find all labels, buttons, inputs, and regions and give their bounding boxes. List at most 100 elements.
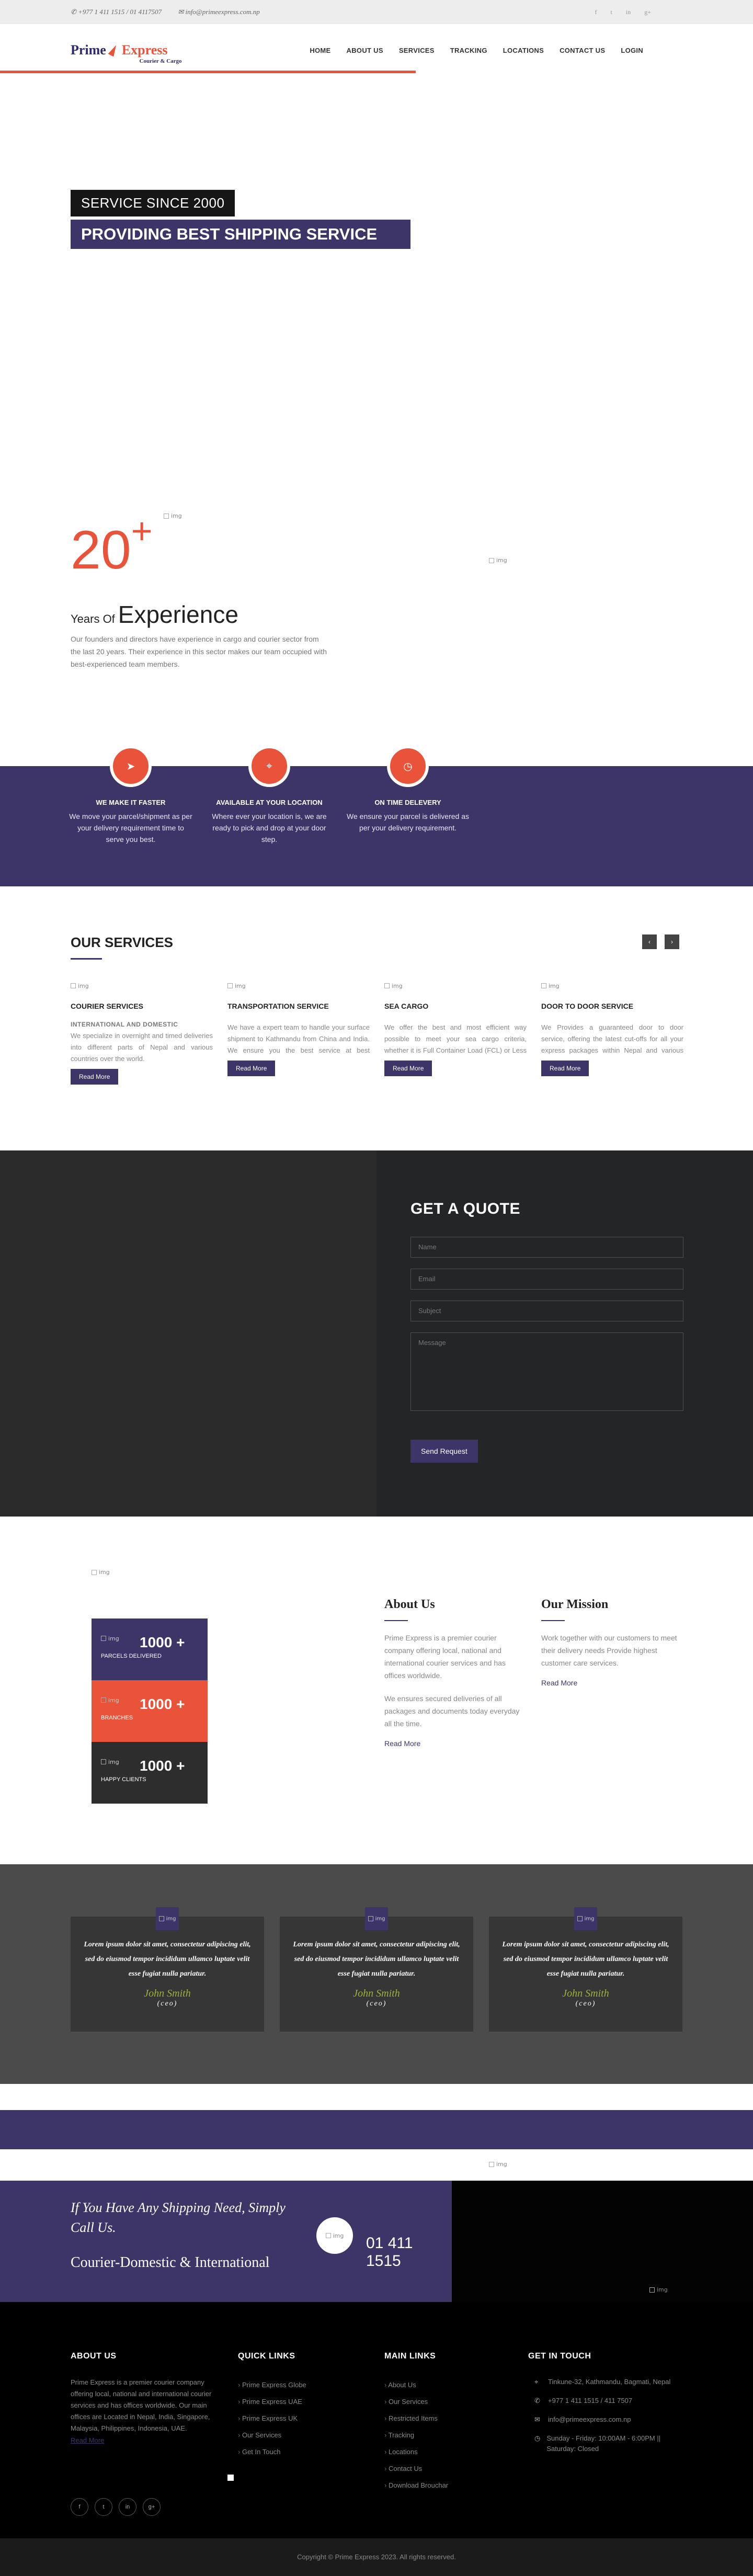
service-image: img xyxy=(71,983,89,989)
mission-read-more-link[interactable]: Read More xyxy=(541,1679,677,1687)
copyright-text: Copyright © Prime Express 2023. All righ… xyxy=(297,2553,456,2561)
hero-image: img xyxy=(164,512,182,519)
clients-icon: img xyxy=(101,1759,119,1765)
nav-tracking[interactable]: TRACKING xyxy=(442,47,495,54)
topbar-phone[interactable]: ✆ +977 1 411 1515 / 01 4117507 xyxy=(71,8,169,16)
mission-heading: Our Mission xyxy=(541,1598,677,1621)
logo-express: Express xyxy=(121,42,168,58)
experience-text: Our founders and directors have experien… xyxy=(71,635,327,668)
broken-image-icon xyxy=(227,983,233,988)
footer-link[interactable]: Tracking xyxy=(384,2427,448,2444)
email-input[interactable]: Email xyxy=(410,1269,683,1290)
twitter-icon[interactable]: t xyxy=(611,8,612,16)
footer-link[interactable]: Restricted Items xyxy=(384,2410,448,2427)
about-us-heading: About Us xyxy=(384,1598,520,1621)
service-card: img COURIER SERVICES INTERNATIONAL AND D… xyxy=(71,982,213,1085)
nav-locations[interactable]: LOCATIONS xyxy=(495,47,552,54)
about-image: img xyxy=(92,1569,110,1576)
copyright-bar: Copyright © Prime Express 2023. All righ… xyxy=(0,2538,753,2576)
footer-contact: GET IN TOUCH ⌖ Tinkune-32, Kathmandu, Bag… xyxy=(528,2352,680,2463)
broken-image-icon xyxy=(164,513,169,519)
phone-icon: img xyxy=(316,2217,353,2254)
mail-icon: ✉ xyxy=(534,2415,540,2423)
stat-parcels: img 1000 + PARCELS DELIVERED xyxy=(92,1618,208,1680)
site-logo[interactable]: Prime Express Courier & Cargo xyxy=(71,42,182,64)
facebook-icon[interactable]: f xyxy=(71,2498,88,2516)
nav-contact[interactable]: CONTACT US xyxy=(552,47,613,54)
message-textarea[interactable]: Message xyxy=(410,1332,683,1411)
linkedin-icon[interactable]: in xyxy=(119,2498,136,2516)
clock-icon: ◷ xyxy=(534,2434,541,2442)
feature-location: ⌖ AVAILABLE AT YOUR LOCATION Where ever … xyxy=(207,745,332,845)
read-more-button[interactable]: Read More xyxy=(227,1060,276,1076)
send-request-button[interactable]: Send Request xyxy=(410,1440,478,1463)
cta-line1: If You Have Any Shipping Need, Simply Ca… xyxy=(71,2200,286,2235)
broken-image-icon xyxy=(577,1916,583,1921)
linkedin-icon[interactable]: in xyxy=(626,8,631,16)
nav-login[interactable]: LOGIN xyxy=(613,47,651,54)
topbar-email[interactable]: ✉ info@primeexpress.com.np xyxy=(178,8,267,16)
broken-image-icon xyxy=(649,2287,655,2293)
read-more-button[interactable]: Read More xyxy=(71,1068,119,1085)
nav-home[interactable]: HOME xyxy=(302,47,338,54)
nav-about[interactable]: ABOUT US xyxy=(339,47,391,54)
services-carousel-nav: ‹ › xyxy=(642,934,679,949)
footer-link[interactable]: About Us xyxy=(384,2377,448,2393)
services-section: OUR SERVICES ‹ › img COURIER SERVICES IN… xyxy=(0,886,753,1150)
read-more-button[interactable]: Read More xyxy=(384,1060,432,1076)
cta-line2: Courier-Domestic & International xyxy=(71,2254,270,2271)
footer-link[interactable]: Prime Express UAE xyxy=(238,2393,306,2410)
read-more-button[interactable]: Read More xyxy=(541,1060,589,1076)
service-card: img SEA CARGO We offer the best and most… xyxy=(384,982,527,1076)
rocket-icon: ➤ xyxy=(110,745,152,787)
experience-image: img xyxy=(489,557,507,564)
broken-image-icon xyxy=(489,557,494,563)
broken-image-icon xyxy=(71,983,76,988)
testimonial-card: img Lorem ipsum dolor sit amet, consecte… xyxy=(71,1907,264,2032)
quote-left-panel xyxy=(0,1150,376,1517)
hero-section: SERVICE SINCE 2000 PROVIDING BEST SHIPPI… xyxy=(0,94,753,539)
about-us-column: About Us Prime Express is a premier cour… xyxy=(384,1598,520,1748)
cta-phone[interactable]: 01 411 1515 xyxy=(366,2235,452,2270)
footer-link[interactable]: Get In Touch xyxy=(238,2444,306,2460)
main-nav: HOME ABOUT US SERVICES TRACKING LOCATION… xyxy=(302,47,651,54)
mission-column: Our Mission Work together with our custo… xyxy=(541,1598,677,1687)
footer-link[interactable]: Prime Express Globe xyxy=(238,2377,306,2393)
partner-image-row: img xyxy=(0,2149,753,2181)
broken-image-icon xyxy=(489,2161,494,2167)
quote-form: GET A QUOTE Name Email Subject Message S… xyxy=(376,1150,753,1517)
cta-image: img xyxy=(649,2286,668,2293)
nav-services[interactable]: SERVICES xyxy=(391,47,442,54)
footer-read-more-link[interactable]: Read More xyxy=(71,2436,212,2444)
service-image: img xyxy=(227,983,246,989)
quote-heading: GET A QUOTE xyxy=(410,1200,520,1217)
footer-about: ABOUT US Prime Express is a premier cour… xyxy=(71,2352,212,2444)
subject-input[interactable]: Subject xyxy=(410,1301,683,1321)
broken-image-icon xyxy=(384,983,390,988)
about-read-more-link[interactable]: Read More xyxy=(384,1739,520,1748)
footer-link[interactable]: Contact Us xyxy=(384,2460,448,2477)
footer-link[interactable]: Locations xyxy=(384,2444,448,2460)
logo-prime: Prime xyxy=(71,42,106,58)
prev-arrow-icon[interactable]: ‹ xyxy=(642,934,657,949)
parcel-icon: img xyxy=(101,1635,119,1642)
twitter-icon[interactable]: t xyxy=(95,2498,112,2516)
name-input[interactable]: Name xyxy=(410,1237,683,1258)
stats-panel: img 1000 + PARCELS DELIVERED img 1000 + … xyxy=(92,1618,208,1804)
broken-image-icon xyxy=(368,1916,373,1921)
footer-link[interactable]: Prime Express UK xyxy=(238,2410,306,2427)
footer-link[interactable]: Our Services xyxy=(384,2393,448,2410)
avatar: img xyxy=(365,1907,388,1930)
broken-image-icon xyxy=(158,1916,164,1921)
clock-icon: ◷ xyxy=(387,745,429,787)
quote-section: GET A QUOTE Name Email Subject Message S… xyxy=(0,1150,753,1517)
google-plus-icon[interactable]: g+ xyxy=(644,8,651,16)
facebook-icon[interactable]: f xyxy=(595,8,597,16)
google-plus-icon[interactable]: g+ xyxy=(143,2498,161,2516)
footer-link[interactable]: Our Services xyxy=(238,2427,306,2444)
next-arrow-icon[interactable]: › xyxy=(665,934,679,949)
testimonial-card: img Lorem ipsum dolor sit amet, consecte… xyxy=(489,1907,682,2032)
avatar: img xyxy=(156,1907,179,1930)
footer-link[interactable]: Download Brouchar xyxy=(384,2477,448,2494)
feature-ontime: ◷ ON TIME DELEVERY We ensure your parcel… xyxy=(345,745,471,834)
